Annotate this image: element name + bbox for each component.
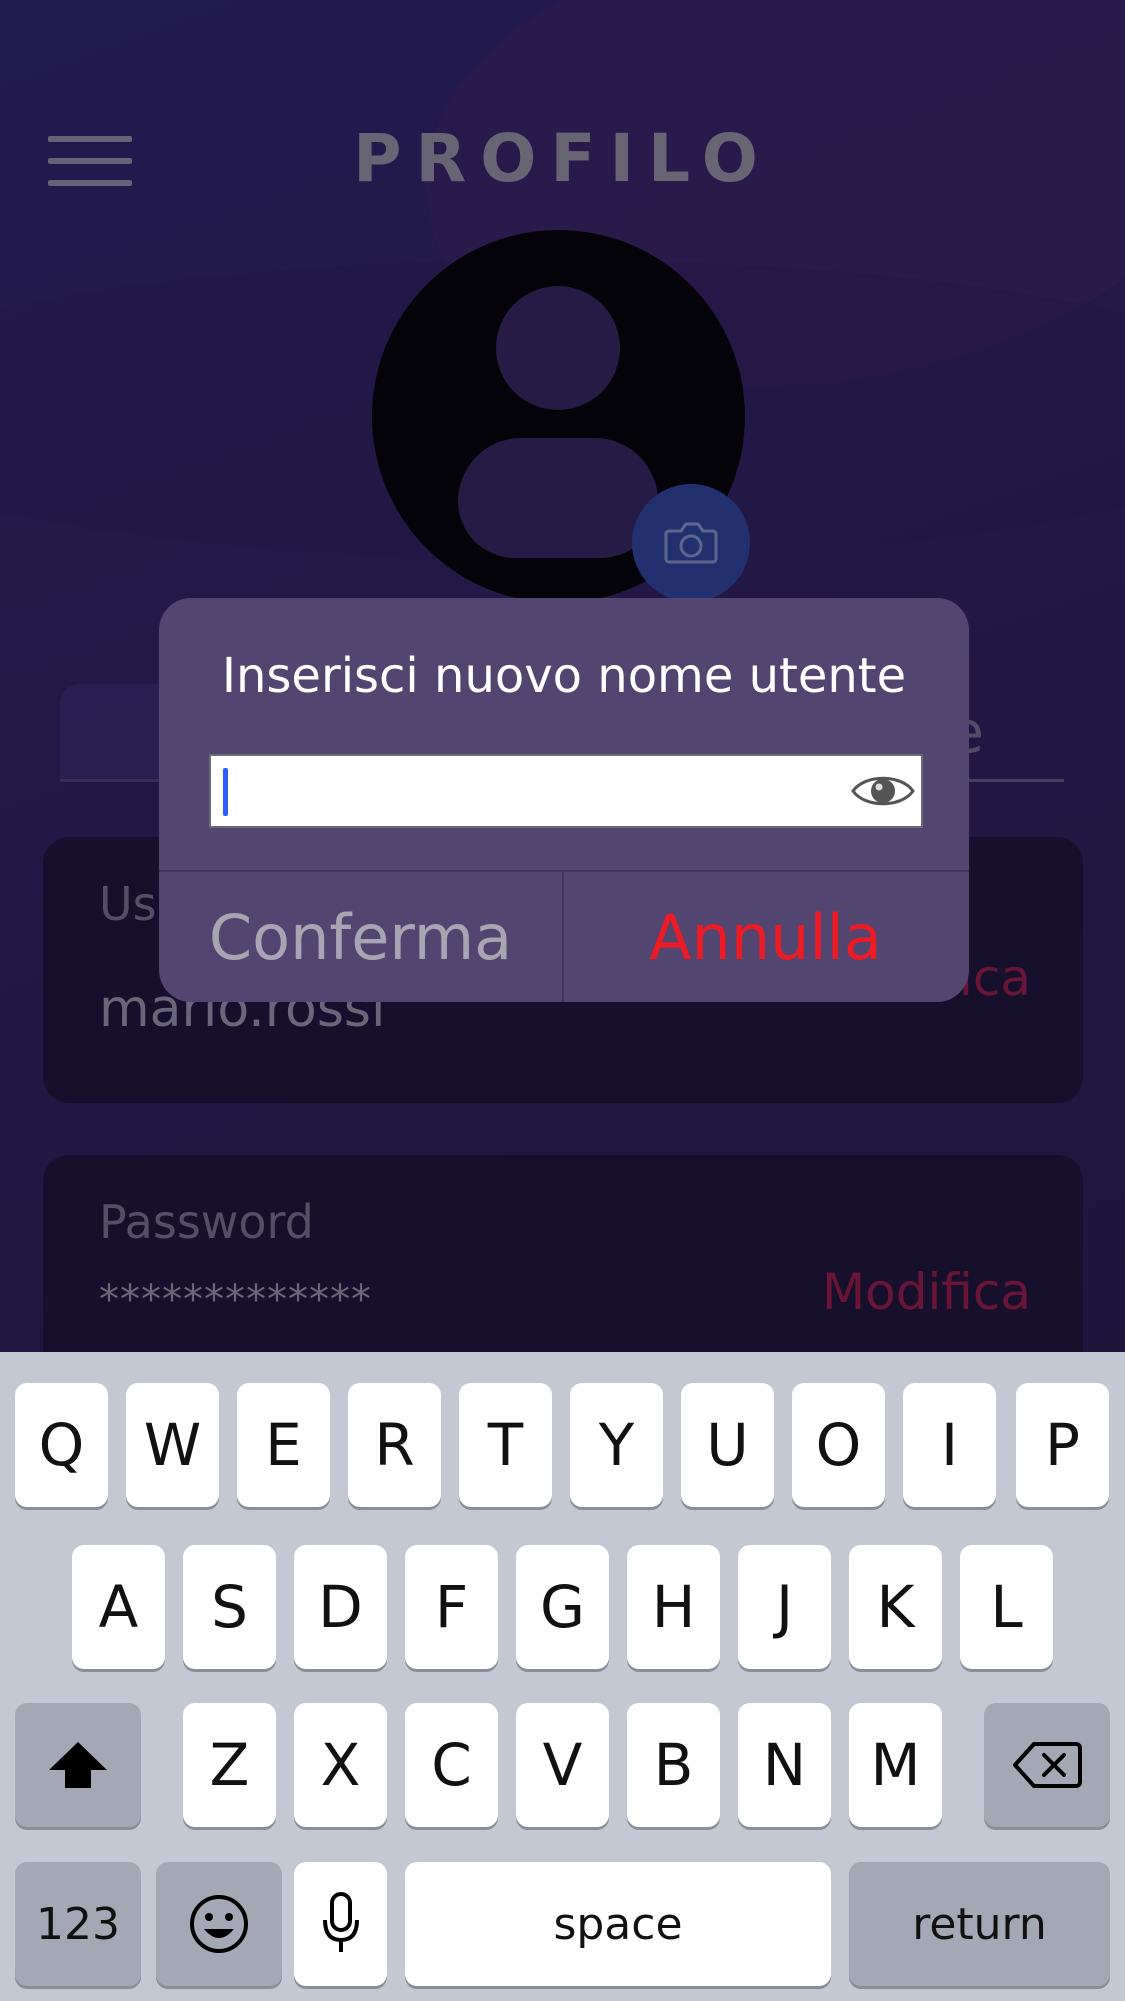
key[interactable]: B [627,1703,720,1827]
key[interactable]: T [459,1383,552,1507]
key[interactable]: S [183,1545,276,1669]
key[interactable]: Z [183,1703,276,1827]
emoji-icon [190,1895,248,1953]
key[interactable]: L [960,1545,1053,1669]
on-screen-keyboard: Q W E R T Y U O I P A S D F G H J K L Z … [0,1352,1125,2001]
key[interactable]: N [738,1703,831,1827]
emoji-key[interactable] [156,1862,282,1986]
key[interactable]: U [681,1383,774,1507]
key[interactable]: O [792,1383,885,1507]
shift-icon [49,1742,107,1788]
key[interactable]: R [348,1383,441,1507]
key[interactable]: I [903,1383,996,1507]
key[interactable]: J [738,1545,831,1669]
key[interactable]: H [627,1545,720,1669]
key[interactable]: X [294,1703,387,1827]
text-caret [223,768,228,816]
key[interactable]: Q [15,1383,108,1507]
key[interactable]: A [72,1545,165,1669]
return-key[interactable]: return [849,1862,1110,1986]
key[interactable]: E [237,1383,330,1507]
microphone-icon [322,1892,359,1952]
backspace-icon [1013,1742,1082,1788]
key[interactable]: W [126,1383,219,1507]
username-input[interactable] [209,754,923,828]
key[interactable]: F [405,1545,498,1669]
key[interactable]: K [849,1545,942,1669]
backspace-key[interactable] [984,1703,1110,1827]
rename-dialog: Inserisci nuovo nome utente Conferma Ann… [159,598,969,1002]
confirm-button[interactable]: Conferma [159,872,562,1002]
dialog-title: Inserisci nuovo nome utente [221,648,907,704]
key[interactable]: M [849,1703,942,1827]
dictation-key[interactable] [294,1862,387,1986]
key[interactable]: D [294,1545,387,1669]
key[interactable]: P [1016,1383,1109,1507]
key[interactable]: C [405,1703,498,1827]
cancel-button[interactable]: Annulla [564,872,967,1002]
eye-icon[interactable] [851,766,915,816]
numbers-key[interactable]: 123 [15,1862,141,1986]
key[interactable]: Y [570,1383,663,1507]
key[interactable]: G [516,1545,609,1669]
key[interactable]: V [516,1703,609,1827]
space-key[interactable]: space [405,1862,831,1986]
shift-key[interactable] [15,1703,141,1827]
